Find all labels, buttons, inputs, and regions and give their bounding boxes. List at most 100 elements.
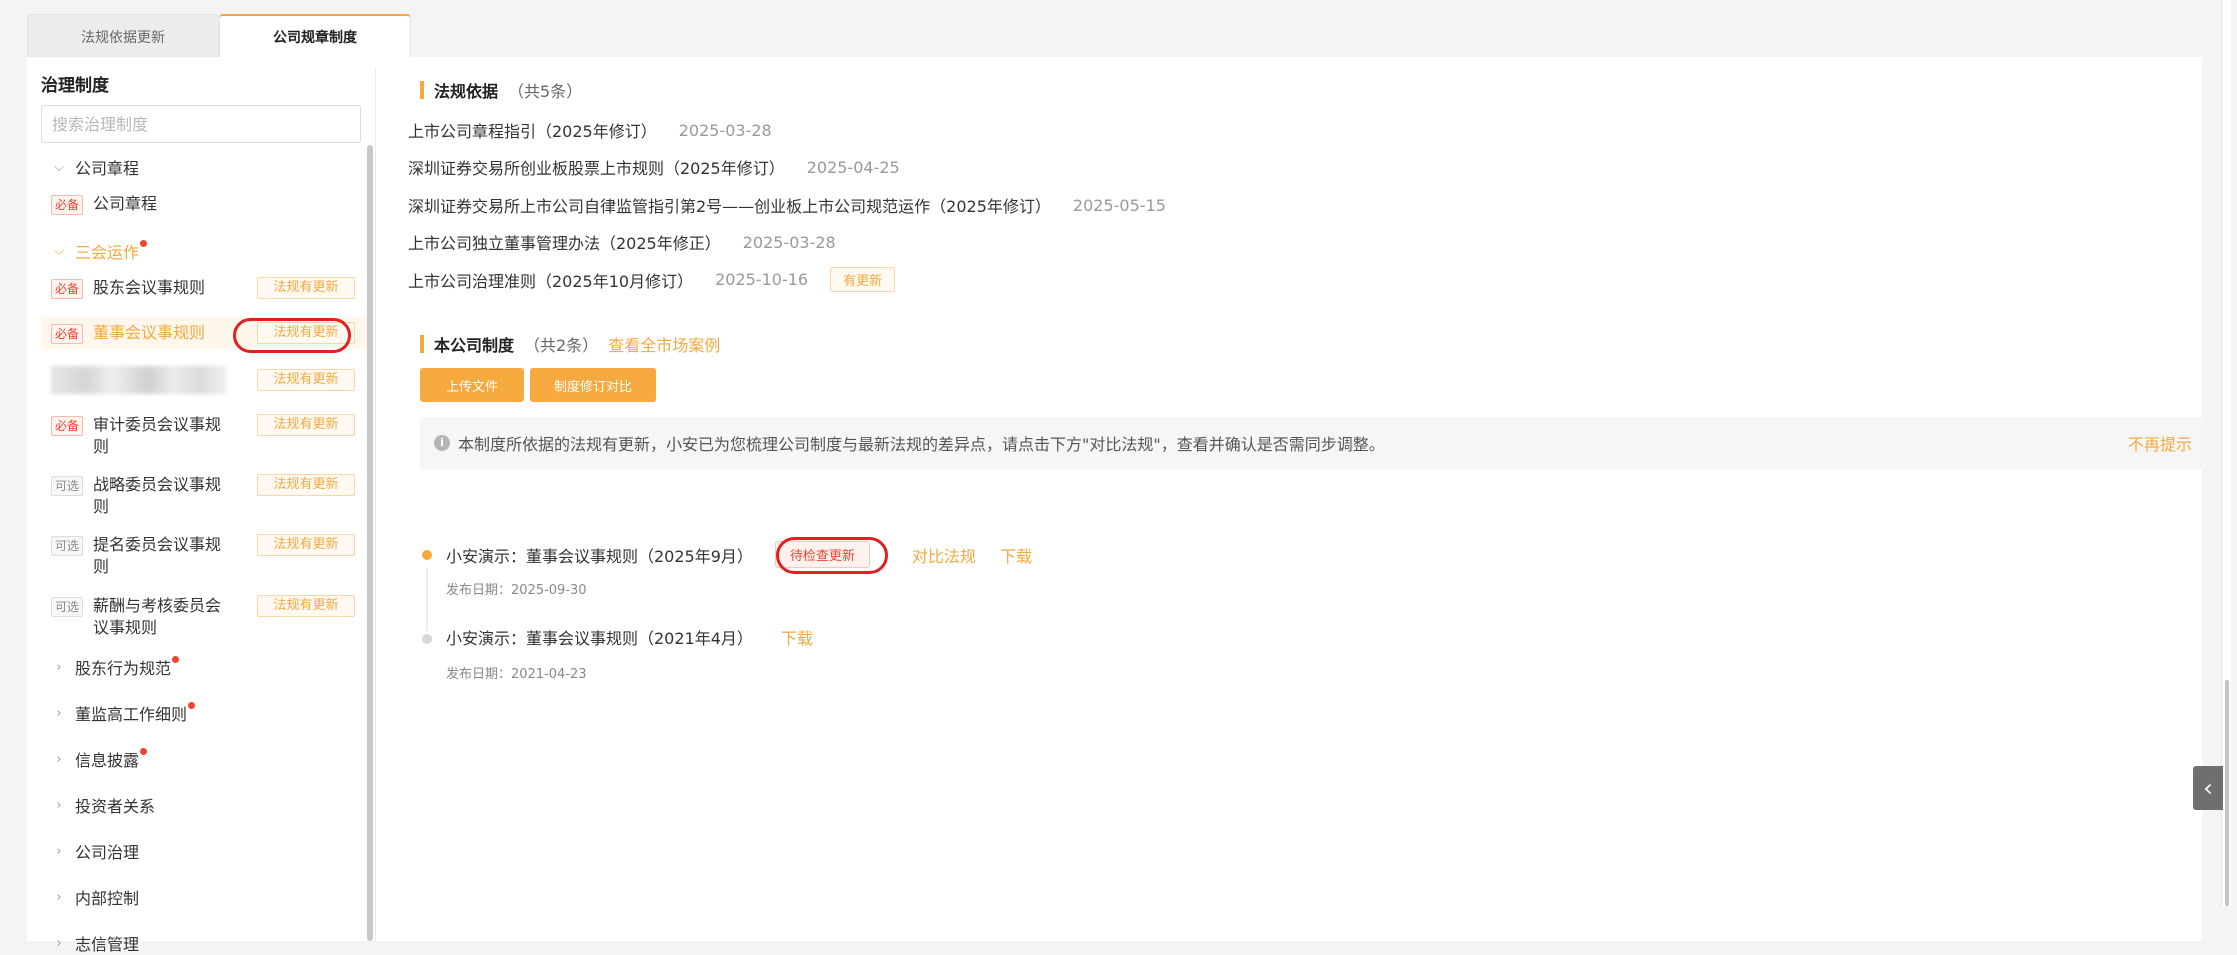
- sidebar-item-audit-committee[interactable]: 必备 审计委员会议事规则 法规有更新: [41, 414, 367, 458]
- update-badge: 法规有更新: [257, 414, 355, 436]
- revision-compare-button[interactable]: 制度修订对比: [530, 368, 656, 402]
- required-badge: 必备: [51, 324, 84, 344]
- section-count: （共5条）: [508, 82, 583, 101]
- sidebar-item-compensation-committee[interactable]: 可选 薪酬与考核委员会议事规则 法规有更新: [41, 595, 367, 639]
- law-name[interactable]: 上市公司章程指引（2025年修订）: [408, 118, 657, 142]
- item-name: 审计委员会议事规则: [93, 415, 222, 456]
- law-item[interactable]: 上市公司治理准则（2025年10月修订） 2025-10-16 有更新: [408, 267, 896, 292]
- company-section-title: 本公司制度 （共2条） 查看全市场案例: [420, 332, 720, 356]
- law-item[interactable]: 深圳证券交易所上市公司自律监管指引第2号——创业板上市公司规范运作（2025年修…: [408, 193, 1166, 217]
- timeline-line: [426, 567, 428, 631]
- chevron-left-icon[interactable]: ‹: [2193, 766, 2223, 810]
- law-name[interactable]: 上市公司治理准则（2025年10月修订）: [408, 268, 693, 292]
- law-name[interactable]: 深圳证券交易所上市公司自律监管指引第2号——创业板上市公司规范运作（2025年修…: [408, 193, 1051, 217]
- section-count: （共2条）: [524, 336, 599, 355]
- group-corporate-governance[interactable]: › 公司治理: [51, 839, 139, 863]
- sidebar-item-shareholder-rules[interactable]: 必备 股东会议事规则 法规有更新: [41, 277, 367, 299]
- item-name: 董事会议事规则: [93, 323, 206, 342]
- group-internal-control[interactable]: › 内部控制: [51, 885, 139, 909]
- law-name[interactable]: 深圳证券交易所创业板股票上市规则（2025年修订）: [408, 155, 785, 179]
- content-area: 法规依据 （共5条） 上市公司章程指引（2025年修订） 2025-03-28 …: [394, 57, 2206, 941]
- updated-tag: 有更新: [830, 267, 896, 292]
- chevron-right-icon: ›: [56, 843, 62, 859]
- sidebar-item-nomination-committee[interactable]: 可选 提名委员会议事规则 法规有更新: [41, 534, 367, 578]
- required-badge: 必备: [51, 279, 84, 299]
- sidebar-item-strategy-committee[interactable]: 可选 战略委员会议事规则 法规有更新: [41, 474, 367, 518]
- law-name[interactable]: 上市公司独立董事管理办法（2025年修正）: [408, 230, 721, 254]
- sidebar-item-articles[interactable]: 必备 公司章程: [41, 193, 367, 215]
- group-dsm-rules[interactable]: › 董监高工作细则: [51, 701, 196, 725]
- group-label: 信息披露: [75, 751, 140, 770]
- chevron-right-icon: ›: [56, 889, 62, 905]
- chevron-right-icon: ›: [56, 659, 62, 675]
- download-link[interactable]: 下载: [781, 625, 813, 649]
- update-badge: 法规有更新: [257, 277, 355, 299]
- item-name: 提名委员会议事规则: [93, 535, 222, 576]
- timeline-dot: [422, 634, 432, 644]
- compare-regulation-link[interactable]: 对比法规: [912, 543, 976, 567]
- scrollbar-thumb[interactable]: [2225, 680, 2229, 906]
- laws-section-title: 法规依据 （共5条）: [420, 78, 582, 102]
- group-shareholder-conduct[interactable]: › 股东行为规范: [51, 655, 180, 679]
- version-name[interactable]: 小安演示：董事会议事规则（2021年4月）: [446, 625, 753, 649]
- tab-bar: 法规依据更新 公司规章制度: [27, 14, 411, 58]
- update-notice: i 本制度所依据的法规有更新，小安已为您梳理公司制度与最新法规的差异点，请点击下…: [420, 417, 2206, 469]
- group-articles[interactable]: ⌵ 公司章程: [51, 155, 139, 179]
- divider: [375, 67, 376, 941]
- market-cases-link[interactable]: 查看全市场案例: [608, 332, 720, 356]
- law-item[interactable]: 深圳证券交易所创业板股票上市规则（2025年修订） 2025-04-25: [408, 155, 900, 179]
- section-title: 法规依据: [434, 82, 499, 101]
- group-disclosure[interactable]: › 信息披露: [51, 747, 148, 771]
- chevron-down-icon: ⌵: [54, 243, 64, 259]
- search-input[interactable]: [41, 105, 361, 143]
- chevron-right-icon: ›: [56, 935, 62, 951]
- section-title: 本公司制度: [434, 336, 515, 355]
- accent-bar: [420, 81, 424, 99]
- highlight-circle: [233, 318, 351, 353]
- law-date: 2025-03-28: [678, 120, 772, 140]
- group-label: 公司章程: [75, 159, 140, 178]
- group-three-meetings[interactable]: ⌵ 三会运作: [51, 239, 148, 263]
- update-badge: 法规有更新: [257, 369, 355, 391]
- law-date: 2025-03-28: [742, 232, 836, 252]
- group-label: 股东行为规范: [75, 659, 172, 678]
- item-name: 薪酬与考核委员会议事规则: [93, 596, 222, 637]
- dismiss-link[interactable]: 不再提示: [2128, 431, 2192, 455]
- law-item[interactable]: 上市公司独立董事管理办法（2025年修正） 2025-03-28: [408, 230, 836, 254]
- group-label: 投资者关系: [75, 797, 156, 816]
- accent-bar: [420, 335, 424, 353]
- sidebar-item-hidden[interactable]: 法规有更新: [41, 369, 367, 393]
- required-badge: 必备: [51, 195, 84, 215]
- law-item[interactable]: 上市公司章程指引（2025年修订） 2025-03-28: [408, 118, 772, 142]
- highlight-circle: [776, 537, 888, 574]
- timeline-dot-active: [422, 550, 432, 560]
- optional-badge: 可选: [51, 476, 84, 496]
- chevron-down-icon: ⌵: [54, 159, 64, 175]
- group-investor-relations[interactable]: › 投资者关系: [51, 793, 155, 817]
- item-name: 股东会议事规则: [93, 278, 206, 297]
- law-date: 2025-05-15: [1072, 195, 1166, 215]
- chevron-right-icon: ›: [56, 705, 62, 721]
- download-link[interactable]: 下载: [1000, 543, 1032, 567]
- item-name: 公司章程: [93, 194, 158, 213]
- update-badge: 法规有更新: [257, 474, 355, 496]
- sidebar: 治理制度 ⌵ 公司章程 必备 公司章程 ⌵ 三会运作 必备 股东会议事规则 法规…: [27, 57, 367, 954]
- red-dot-icon: [140, 747, 148, 755]
- tab-company-rules[interactable]: 公司规章制度: [219, 14, 411, 58]
- group-label: 三会运作: [75, 243, 140, 262]
- group-info-management[interactable]: › 志信管理: [51, 931, 139, 955]
- group-label: 董监高工作细则: [75, 705, 188, 724]
- publish-date: 发布日期：2021-04-23: [446, 667, 587, 682]
- tab-regulation-updates[interactable]: 法规依据更新: [27, 14, 219, 58]
- version-name[interactable]: 小安演示：董事会议事规则（2025年9月）: [446, 543, 753, 567]
- main-panel: 治理制度 ⌵ 公司章程 必备 公司章程 ⌵ 三会运作 必备 股东会议事规则 法规…: [27, 57, 2206, 954]
- red-dot-icon: [172, 655, 180, 663]
- upload-button[interactable]: 上传文件: [420, 368, 524, 402]
- chevron-right-icon: ›: [56, 797, 62, 813]
- law-date: 2025-10-16: [715, 270, 809, 289]
- version-item: 小安演示：董事会议事规则（2025年9月） 待检查更新 对比法规 下载: [446, 541, 1032, 568]
- sidebar-title: 治理制度: [41, 76, 109, 96]
- red-dot-icon: [188, 701, 196, 709]
- chevron-right-icon: ›: [56, 751, 62, 767]
- sidebar-scrollbar[interactable]: [367, 145, 373, 941]
